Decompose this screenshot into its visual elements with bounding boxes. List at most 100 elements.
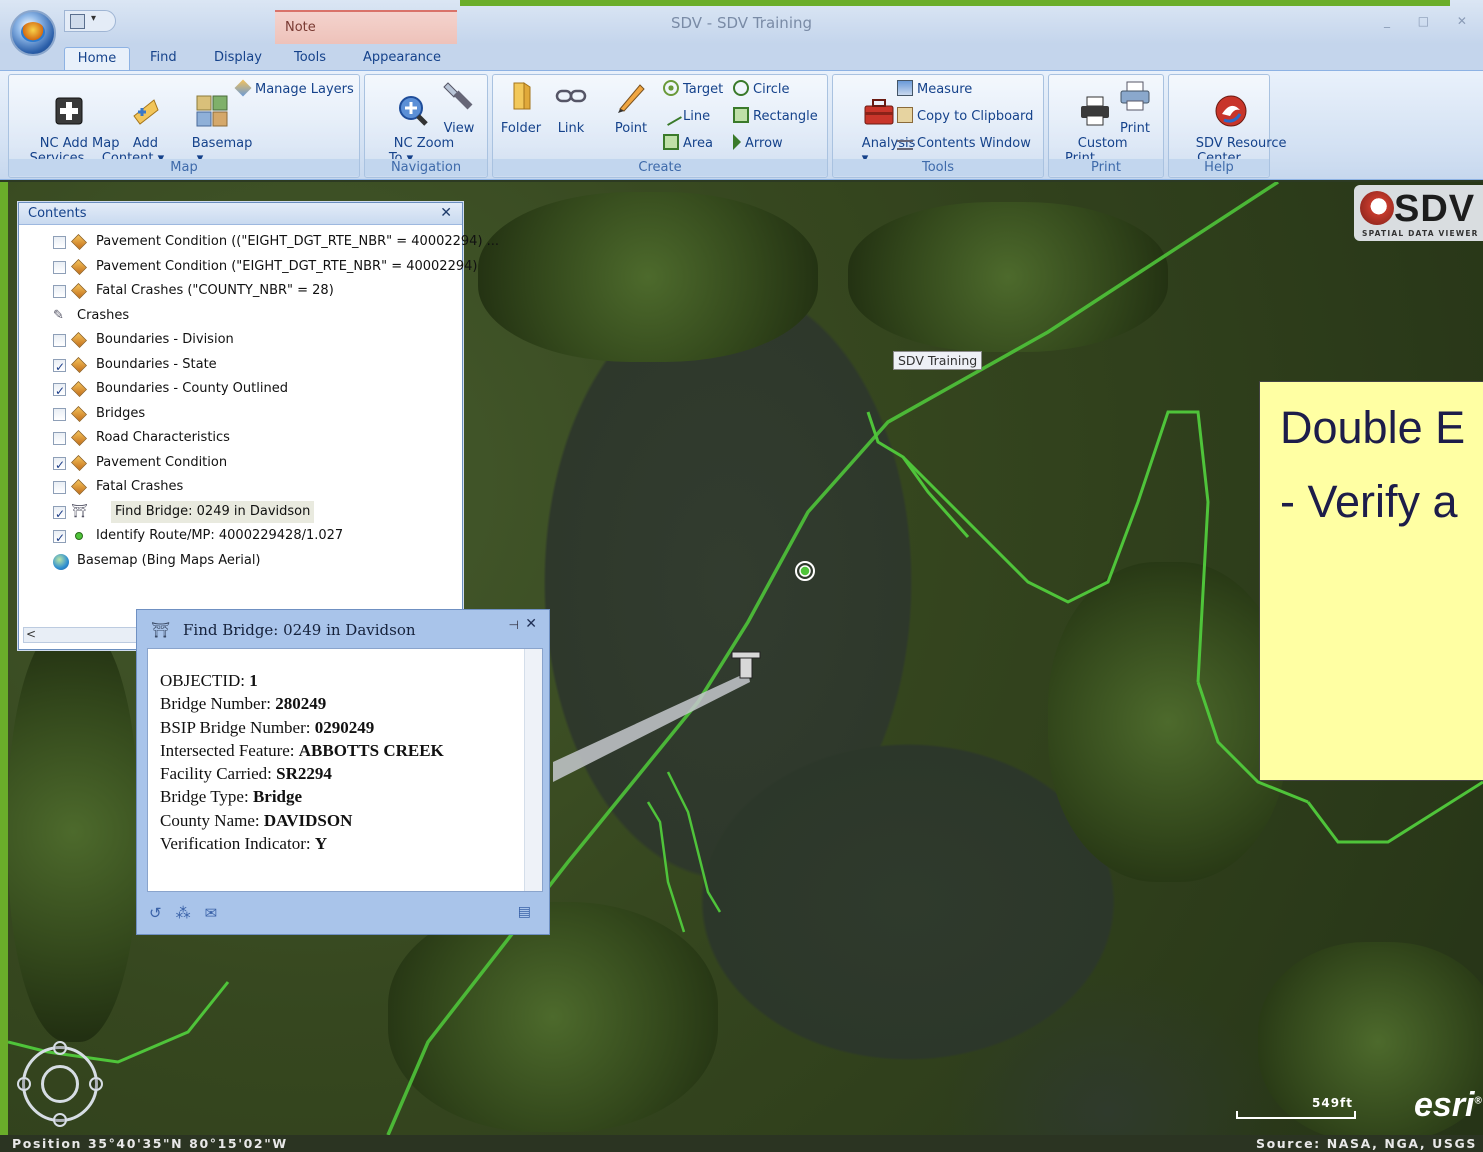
view-label: View (443, 121, 475, 136)
layer-visibility-checkbox[interactable] (53, 236, 66, 249)
layer-visibility-checkbox[interactable] (53, 481, 66, 494)
layer-visibility-checkbox[interactable] (53, 527, 66, 549)
layer-diamond-icon (71, 258, 87, 275)
navigation-compass[interactable] (17, 1041, 103, 1127)
esri-logo: esri® (1414, 1086, 1482, 1124)
layer-visibility-checkbox[interactable] (53, 454, 66, 476)
sdv-resource-icon (1215, 95, 1247, 127)
create-group: Folder Link Point Target Line Area Circl… (492, 74, 828, 178)
measure-button[interactable]: Measure (897, 79, 972, 101)
target-button[interactable]: Target (663, 79, 723, 101)
layer-visibility-checkbox[interactable] (53, 260, 66, 274)
zoom-magnifier-icon (399, 96, 429, 126)
attribute-value: Y (314, 834, 328, 854)
sdv-logo: SDV SPATIAL DATA VIEWER (1354, 185, 1483, 241)
contents-panel: Contents ✕ Pavement Condition (("EIGHT_D… (18, 202, 499, 650)
layer-visibility-checkbox[interactable] (53, 334, 66, 347)
layer-visibility-checkbox[interactable] (53, 503, 66, 525)
point-button[interactable]: Point (609, 79, 653, 136)
popup-title: ⛩ Find Bridge: 0249 in Davidson (151, 621, 416, 639)
navigation-group-label: Navigation (365, 159, 487, 176)
related-records-icon[interactable]: ⁂ (176, 904, 205, 922)
app-logo-icon (21, 22, 45, 42)
custom-printer-icon (1080, 96, 1109, 126)
tab-display[interactable]: Display (204, 47, 272, 70)
zoom-to-feature-icon[interactable]: ↺ (149, 904, 176, 922)
attribute-value: 280249 (275, 694, 327, 714)
layer-label: Fatal Crashes (96, 479, 184, 494)
ribbon-tabs: Home Find Display Tools Appearance (0, 44, 1483, 70)
circle-label: Circle (753, 82, 790, 97)
attribute-row: Verification Indicator: Y (160, 832, 444, 855)
attribute-row: Facility Carried: SR2294 (160, 762, 444, 785)
attribute-row: County Name: DAVIDSON (160, 809, 444, 832)
view-button[interactable]: View (435, 79, 483, 136)
tab-find[interactable]: Find (140, 47, 187, 70)
layer-visibility-checkbox[interactable] (53, 407, 66, 421)
layer-label: Pavement Condition (96, 454, 228, 470)
window-controls[interactable]: _ □ ✕ (1384, 14, 1479, 28)
layer-label: Pavement Condition (("EIGHT_DGT_RTE_NBR"… (96, 234, 500, 249)
layer-label: Boundaries - County Outlined (96, 381, 288, 396)
layer-diamond-icon (71, 234, 87, 250)
pin-icon[interactable]: ⊣ (509, 618, 519, 632)
attribute-value: 1 (249, 671, 258, 690)
pan-east-icon[interactable] (89, 1077, 103, 1091)
layer-diamond-icon (71, 430, 87, 446)
attribute-value: SR2294 (276, 764, 332, 784)
tab-tools[interactable]: Tools (284, 47, 336, 70)
navigation-group: NC Zoom To ▾ View Navigation (364, 74, 488, 178)
contents-window-label: Contents Window (917, 136, 1031, 151)
rectangle-button[interactable]: Rectangle (733, 106, 818, 128)
copy-to-clipboard-label: Copy to Clipboard (917, 109, 1034, 124)
compass-center[interactable] (41, 1065, 79, 1103)
layer-visibility-checkbox[interactable] (53, 432, 66, 445)
popup-options-icon[interactable]: ▤ (518, 904, 531, 920)
map-label-tip: SDV Training (893, 351, 983, 370)
arrow-label: Arrow (745, 136, 783, 151)
scroll-left-icon[interactable]: < (26, 627, 36, 641)
link-button[interactable]: Link (549, 79, 593, 136)
contents-close-icon[interactable]: ✕ (440, 205, 452, 221)
layer-diamond-icon (71, 479, 87, 495)
copy-to-clipboard-button[interactable]: Copy to Clipboard (897, 106, 1033, 128)
layer-visibility-checkbox[interactable] (53, 285, 66, 298)
map-group-label: Map (9, 159, 359, 176)
attribute-value: ABBOTTS CREEK (298, 740, 444, 760)
pan-south-icon[interactable] (53, 1113, 67, 1127)
print-button[interactable]: Print (1111, 79, 1159, 136)
circle-button[interactable]: Circle (733, 79, 790, 101)
tab-appearance[interactable]: Appearance (353, 47, 451, 70)
popup-title-text: Find Bridge: 0249 in Davidson (183, 621, 416, 639)
link-chain-icon (555, 89, 587, 103)
area-button[interactable]: Area (663, 133, 713, 155)
flashlight-view-icon (443, 82, 473, 110)
pan-west-icon[interactable] (17, 1077, 31, 1091)
folder-button[interactable]: Folder (499, 79, 543, 136)
attribute-label: Bridge Type: (160, 787, 249, 807)
application-menu-button[interactable] (10, 10, 56, 56)
popup-vertical-scrollbar[interactable] (524, 649, 542, 891)
email-icon[interactable]: ✉ (205, 904, 232, 922)
target-icon (663, 80, 679, 96)
layer-visibility-checkbox[interactable] (53, 380, 66, 402)
line-button[interactable]: Line (660, 104, 710, 128)
pan-north-icon[interactable] (53, 1041, 67, 1055)
contents-list-icon (897, 140, 913, 150)
layer-visibility-checkbox[interactable] (53, 356, 66, 378)
find-bridge-popup: ⛩ Find Bridge: 0249 in Davidson ⊣ ✕ OBJEC… (136, 609, 550, 935)
attribute-row: Bridge Type: Bridge (160, 785, 444, 808)
arrow-button[interactable]: Arrow (733, 133, 783, 155)
popup-close-icon[interactable]: ✕ (525, 616, 537, 632)
attribute-value: DAVIDSON (263, 810, 353, 830)
manage-layers-button[interactable]: Manage Layers (234, 79, 354, 101)
folder-icon (513, 82, 531, 110)
layer-label: Boundaries - State (96, 356, 217, 372)
rectangle-icon (733, 107, 749, 123)
tab-home[interactable]: Home (64, 47, 130, 70)
sdv-logo-word: SDV (1394, 188, 1476, 230)
area-label: Area (683, 136, 713, 151)
contents-window-button[interactable]: Contents Window (897, 133, 1031, 155)
map-group: NC Add Map Services Add Content ▾ Basema… (8, 74, 360, 178)
printer-icon (1120, 81, 1150, 111)
